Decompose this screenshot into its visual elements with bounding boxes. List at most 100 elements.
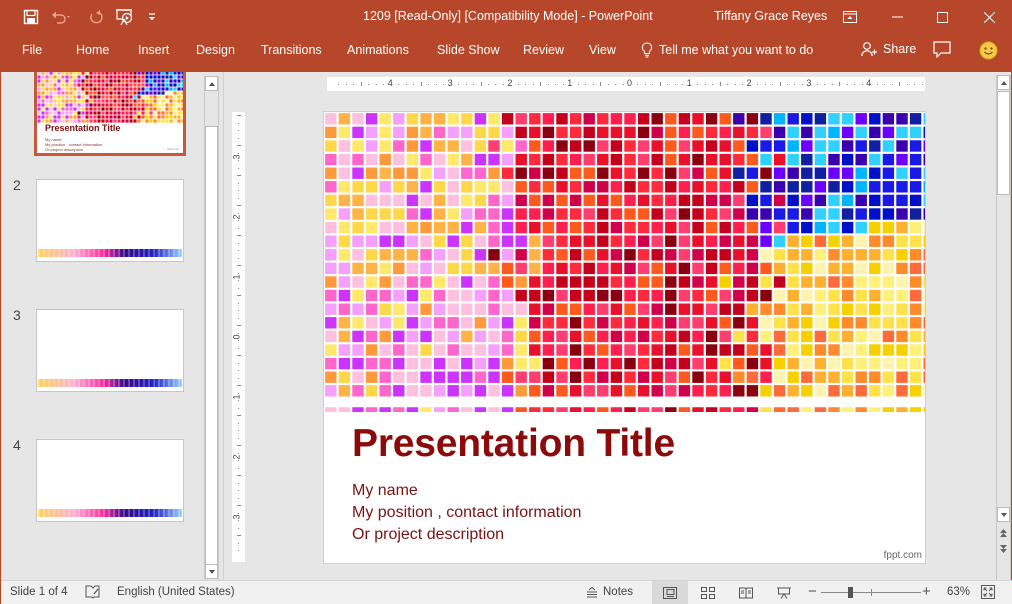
share-button[interactable]: Share (861, 41, 916, 57)
ruler-tick (236, 325, 241, 326)
mosaic-tile (760, 249, 772, 261)
slideshow-view-button[interactable] (766, 581, 802, 604)
mosaic-tile (597, 344, 609, 356)
language-indicator[interactable]: English (United States) (117, 586, 235, 598)
slide-thumbnail-3[interactable] (36, 309, 184, 392)
tab-review[interactable]: Review (523, 43, 564, 57)
scroll-up-button[interactable] (997, 75, 1010, 90)
mosaic-tile (637, 303, 650, 315)
tab-view[interactable]: View (589, 43, 616, 57)
thumbnail-scrollbar[interactable] (204, 76, 219, 580)
slide-canvas[interactable]: Presentation Title My name My position ,… (324, 112, 925, 563)
mosaic-tile (77, 72, 81, 75)
mosaic-tile (433, 167, 446, 179)
slide-indicator[interactable]: Slide 1 of 4 (10, 586, 68, 598)
reading-view-button[interactable] (728, 581, 764, 604)
tab-slide-show[interactable]: Slide Show (437, 43, 500, 57)
tab-home[interactable]: Home (76, 43, 109, 57)
normal-view-button[interactable] (652, 581, 688, 604)
undo-icon[interactable] (51, 6, 73, 28)
mosaic-tile (501, 262, 514, 275)
slide-title[interactable]: Presentation Title (352, 422, 675, 466)
close-button[interactable] (966, 0, 1012, 34)
mosaic-tile (556, 276, 568, 288)
redo-icon[interactable] (85, 6, 107, 28)
scroll-up-button[interactable] (205, 76, 218, 91)
ribbon-display-options-button[interactable] (827, 0, 873, 34)
mosaic-tile (125, 87, 129, 91)
mosaic-tile (169, 75, 173, 79)
next-slide-button[interactable] (999, 541, 1008, 559)
zoom-slider-track[interactable] (821, 589, 921, 596)
spelling-check-button[interactable] (85, 585, 101, 602)
mosaic-tile (113, 111, 117, 115)
tab-design[interactable]: Design (196, 43, 235, 57)
ruler-tick (801, 83, 803, 85)
horizontal-ruler: 432101234 (327, 77, 925, 91)
mosaic-tile (137, 99, 141, 103)
zoom-slider-thumb[interactable] (848, 587, 854, 598)
mosaic-tile (169, 107, 173, 111)
subtitle-line[interactable]: Or project description (352, 526, 504, 544)
mosaic-tile (433, 276, 446, 288)
tell-me-search[interactable]: Tell me what you want to do (641, 42, 813, 58)
start-from-beginning-icon[interactable] (114, 6, 136, 28)
scrollbar-thumb[interactable] (205, 126, 218, 566)
slide-sorter-button[interactable] (690, 581, 726, 604)
mosaic-tile (651, 371, 663, 383)
ruler-tick (238, 130, 239, 131)
zoom-in-button[interactable]: + (922, 583, 931, 600)
mosaic-tile (773, 113, 786, 125)
mosaic-tile (869, 249, 881, 261)
ruler-label: 0 (627, 78, 633, 88)
editor-scrollbar[interactable] (996, 75, 1011, 580)
mosaic-tile (501, 385, 514, 397)
mosaic-tile (896, 357, 908, 370)
mosaic-tile (896, 249, 908, 261)
account-name[interactable]: Tiffany Grace Reyes (714, 9, 827, 23)
customize-qat-icon[interactable] (141, 6, 163, 28)
mosaic-tile (801, 317, 813, 329)
thumbnail-line: Or project description (45, 147, 84, 152)
mosaic-tile (801, 371, 813, 383)
slide-thumbnail-4[interactable] (36, 439, 184, 522)
mosaic-tile (610, 317, 623, 329)
tab-insert[interactable]: Insert (138, 43, 169, 57)
subtitle-line[interactable]: My position , contact information (352, 504, 581, 522)
mosaic-tile (705, 371, 718, 383)
save-icon[interactable] (20, 6, 42, 28)
slide-thumbnail-1[interactable]: Presentation Title My name My position ,… (34, 72, 186, 156)
tab-file[interactable]: File (22, 43, 42, 57)
mosaic-tile (569, 249, 582, 261)
mosaic-tile (447, 344, 459, 356)
scroll-down-button[interactable] (205, 564, 218, 579)
minimize-button[interactable] (874, 0, 920, 34)
mosaic-tile (501, 317, 514, 329)
mosaic-tile (773, 303, 786, 315)
mosaic-tile (474, 249, 487, 261)
mosaic-tile (141, 111, 145, 115)
comments-button[interactable] (933, 41, 951, 63)
zoom-level[interactable]: 63% (947, 586, 970, 598)
scrollbar-thumb[interactable] (997, 91, 1010, 195)
subtitle-line[interactable]: My name (352, 482, 418, 500)
feedback-button[interactable] (979, 41, 998, 65)
notes-button[interactable]: Notes (586, 586, 633, 598)
maximize-button[interactable] (919, 0, 965, 34)
mosaic-tile (760, 140, 772, 152)
mosaic-tile (379, 276, 391, 288)
ruler-tick (238, 272, 239, 274)
zoom-out-button[interactable]: − (808, 583, 817, 600)
ruler-tick (238, 122, 239, 124)
tab-transitions[interactable]: Transitions (261, 43, 322, 57)
mosaic-tile (746, 344, 759, 356)
scroll-down-button[interactable] (997, 507, 1010, 522)
mosaic-tile (177, 103, 181, 107)
slide-thumbnail-2[interactable] (36, 179, 184, 262)
mosaic-tile (705, 153, 718, 166)
tab-animations[interactable]: Animations (347, 43, 409, 57)
fit-slide-button[interactable] (981, 585, 995, 602)
mosaic-tile (153, 72, 157, 75)
mosaic-tile (37, 83, 41, 87)
mosaic-tile (447, 276, 459, 288)
